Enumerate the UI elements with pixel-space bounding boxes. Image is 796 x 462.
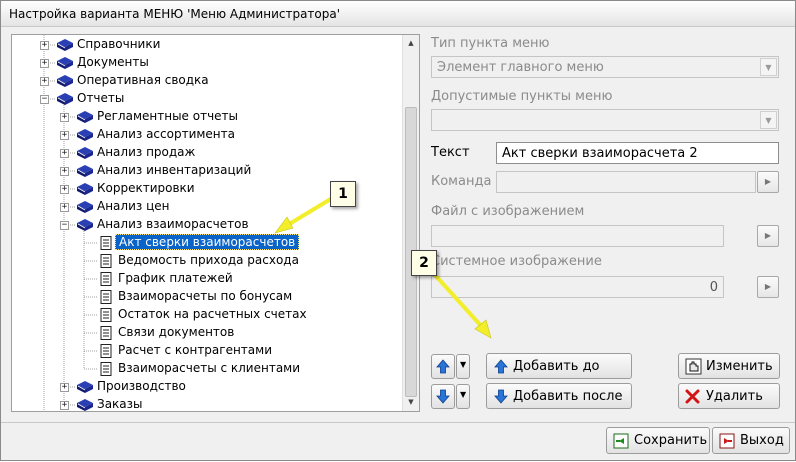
callout-2: 2 xyxy=(411,250,437,276)
callout-2-arrow xyxy=(433,273,492,339)
settings-window: Настройка варианта МЕНЮ 'Меню Администра… xyxy=(0,0,796,461)
callout-1-arrow xyxy=(274,195,336,234)
callout-1: 1 xyxy=(330,181,356,207)
annotation-arrows xyxy=(274,195,492,339)
